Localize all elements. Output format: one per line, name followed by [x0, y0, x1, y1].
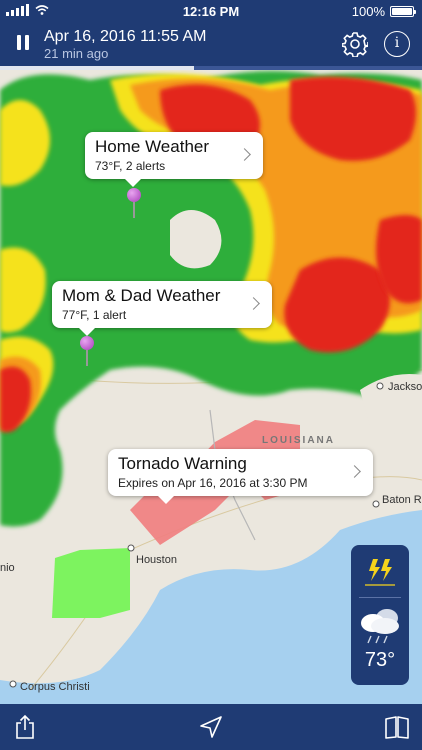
info-icon[interactable]: i: [384, 31, 410, 57]
status-right: 100%: [351, 4, 416, 19]
callout-home-weather[interactable]: Home Weather 73°F, 2 alerts .callout:nth…: [85, 132, 263, 187]
baton-rouge-dot: [372, 500, 380, 508]
callout-parents-weather[interactable]: Mom & Dad Weather 77°F, 1 alert: [52, 281, 272, 336]
location-arrow-icon[interactable]: [198, 714, 224, 740]
radar-age: 21 min ago: [44, 46, 109, 61]
share-icon[interactable]: [12, 714, 38, 740]
callout-title: Mom & Dad Weather: [62, 286, 221, 305]
flood-warning-area: [52, 548, 130, 618]
label-baton-rouge: Baton Rou: [382, 494, 422, 506]
radar-map[interactable]: Houston Baton Rou Jackso Corpus Christi …: [0, 70, 422, 704]
widget-divider: [359, 597, 401, 598]
radar-timestamp: Apr 16, 2016 11:55 AM: [44, 28, 207, 45]
callout-subtitle: 77°F, 1 alert: [62, 308, 127, 322]
current-temperature: 73°: [364, 649, 396, 671]
lightning-alert-icon: [365, 559, 395, 586]
corpus-christi-dot: [9, 680, 17, 688]
houston-dot: [127, 544, 135, 552]
label-san-antonio: nio: [0, 562, 15, 574]
callout-tornado-warning[interactable]: Tornado Warning Expires on Apr 16, 2016 …: [108, 449, 373, 504]
map-book-icon[interactable]: [384, 714, 410, 740]
battery-percent: 100%: [351, 4, 385, 19]
pause-icon[interactable]: [12, 32, 34, 54]
callout-subtitle: Expires on Apr 16, 2016 at 3:30 PM: [118, 476, 308, 490]
callout-subtitle: 73°F, 2 alerts: [95, 159, 166, 173]
callout-title: Tornado Warning: [118, 454, 247, 473]
rain-cloud-icon: [361, 609, 399, 644]
bottom-toolbar: [0, 704, 422, 750]
gear-icon[interactable]: [342, 31, 368, 57]
jackson-dot: [376, 382, 384, 390]
callout-title: Home Weather: [95, 137, 210, 156]
label-louisiana: LOUISIANA: [262, 435, 335, 446]
parents-location-pin[interactable]: [80, 336, 94, 376]
current-weather-widget[interactable]: 73°: [351, 545, 409, 685]
label-houston: Houston: [136, 554, 177, 566]
battery-icon: [390, 6, 416, 17]
label-corpus-christi: Corpus Christi: [20, 681, 90, 693]
status-bar: 12:16 PM 100%: [0, 0, 422, 22]
label-jackson: Jackso: [388, 381, 422, 393]
app-header: Apr 16, 2016 11:55 AM 21 min ago i: [0, 22, 422, 66]
home-location-pin[interactable]: [127, 188, 141, 228]
